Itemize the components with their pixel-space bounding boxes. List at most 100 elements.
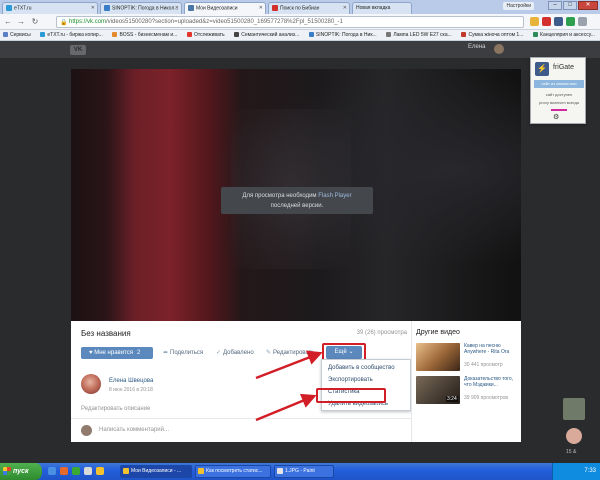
sinoptik-favicon-icon (104, 5, 110, 11)
task-paint[interactable]: 1.JPG - Paint (274, 465, 334, 478)
bookmark-item[interactable]: Семантический анализ... (231, 30, 304, 38)
related-video-views: 39 909 просмотров (464, 395, 509, 401)
windows-logo-icon (3, 467, 11, 475)
menu-export[interactable]: Экспортировать (322, 374, 410, 386)
task-article[interactable]: Как посмотреть статис... (195, 465, 271, 478)
bookmark-favicon-icon (40, 32, 46, 38)
flash-player-notice: Для просмотра необходим Flash Player пос… (221, 187, 373, 214)
reload-icon[interactable]: ↻ (30, 17, 40, 27)
bookmark-item[interactable]: Сервисы (0, 30, 36, 38)
tab-my-videos[interactable]: Мои Видеозаписи ✕ (184, 2, 266, 14)
list-item[interactable]: Кавер на песню Anywhere - Rita Ora 30 44… (416, 343, 520, 371)
bookmark-item[interactable]: Отслеживать (184, 30, 230, 38)
close-window-icon[interactable]: ✕ (578, 1, 598, 10)
tab-search[interactable]: Поиск по Бибиан ✕ (268, 2, 350, 14)
user-name[interactable]: Елена (468, 44, 486, 50)
close-tab-icon[interactable]: ✕ (175, 5, 179, 11)
tab-title: SINOPTIK: Погода в Никол... (112, 5, 179, 12)
minimize-icon[interactable]: – (548, 1, 562, 10)
close-tab-icon[interactable]: ✕ (91, 5, 95, 11)
url-host: https://vk.com (69, 19, 107, 25)
tab-new[interactable]: Новая вкладка (352, 2, 412, 14)
pencil-icon: ✎ (266, 350, 272, 356)
divider (71, 418, 411, 419)
vk-header: VK Елена (0, 41, 600, 58)
more-menu: Добавить в сообщество Экспортировать Ста… (321, 359, 411, 411)
start-button[interactable]: пуск (0, 463, 42, 480)
related-title: Другие видео (416, 329, 460, 336)
video-duration: 3:24 (446, 396, 458, 402)
frigate-line: сайт доступен (545, 92, 573, 97)
avatar[interactable] (494, 44, 504, 54)
tab-etxt[interactable]: eTXT.ru ✕ (2, 2, 98, 14)
frigate-proxy-toggle[interactable]: proxy включен всегда (534, 100, 584, 105)
bookmark-item[interactable]: SINOPTIK: Погода в Ник... (306, 30, 382, 38)
extension-badge-icon[interactable] (542, 17, 551, 26)
list-item[interactable]: 3:24 Доказательство того, что Мэджики...… (416, 376, 520, 404)
comment-input[interactable]: Написать комментарий... (99, 427, 169, 433)
bookmark-item[interactable]: Лампа LED 5W E27 ска... (383, 30, 456, 38)
related-video-title[interactable]: Кавер на песню Anywhere - Rita Ora (464, 343, 520, 355)
url-path: /videos51500280?section=uploaded&z=video… (106, 19, 343, 25)
close-tab-icon[interactable]: ✕ (343, 5, 347, 11)
clock: 7:33 (584, 468, 596, 474)
bookmark-item[interactable]: BOSS - бизнесменам и... (109, 30, 182, 38)
frigate-indicator (551, 109, 567, 111)
chrome-icon (123, 468, 129, 474)
edit-button[interactable]: ✎ Редактировать (266, 349, 314, 356)
vk-logo[interactable]: VK (70, 45, 86, 55)
flash-notice-text: Для просмотра необходим (242, 193, 317, 199)
tab-title: eTXT.ru (14, 5, 32, 12)
forward-icon[interactable]: → (16, 17, 26, 27)
close-tab-icon[interactable]: ✕ (259, 5, 263, 11)
bookmark-item[interactable]: Сумка жіноча оптом 1... (458, 30, 528, 38)
edit-description-link[interactable]: Редактировать описание (81, 406, 150, 412)
bookmark-item[interactable]: eTXT.ru - биржа копир... (37, 30, 107, 38)
back-icon[interactable]: ← (3, 17, 13, 27)
bookmark-star-icon[interactable] (530, 17, 539, 26)
avatar[interactable] (563, 398, 585, 420)
taskbar: пуск Мои Видеозаписи - ... Как посмотрет… (0, 463, 600, 480)
quicklaunch-icon[interactable] (84, 467, 92, 475)
apps-icon (3, 32, 8, 38)
frigate-name: friGate (553, 64, 575, 71)
avatar[interactable] (81, 374, 101, 394)
quicklaunch-icon[interactable] (48, 467, 56, 475)
extension-icon[interactable] (566, 17, 575, 26)
check-icon: ✓ (216, 350, 222, 356)
author-name[interactable]: Елена Швецова (109, 378, 153, 384)
bookmark-favicon-icon (308, 32, 314, 38)
avatar (81, 425, 92, 436)
maximize-icon[interactable]: □ (563, 1, 577, 10)
like-count: 2 (137, 350, 141, 356)
bookmark-favicon-icon (461, 32, 467, 38)
gear-icon[interactable]: ⚙ (553, 113, 559, 121)
window-controls: – □ ✕ (548, 1, 598, 11)
related-video-title[interactable]: Доказательство того, что Мэджики... (464, 376, 520, 388)
tab-sinoptik[interactable]: SINOPTIK: Погода в Никол... ✕ (100, 2, 182, 14)
lock-icon: 🔒 (60, 20, 68, 26)
task-my-videos[interactable]: Мои Видеозаписи - ... (120, 465, 192, 478)
video-player[interactable]: Для просмотра необходим Flash Player пос… (71, 69, 521, 321)
frigate-logo-icon: ⚡ (535, 62, 549, 76)
related-videos: Другие видео Кавер на песню Anywhere - R… (411, 321, 521, 442)
window-label: Настройки (503, 2, 534, 10)
bookmark-item[interactable]: Канцелярия и аксессу... (530, 30, 600, 38)
frigate-extension-icon[interactable] (554, 17, 563, 26)
menu-icon[interactable] (578, 17, 587, 26)
share-button[interactable]: ➦ Поделиться (163, 349, 203, 356)
quicklaunch-icon[interactable] (72, 467, 80, 475)
flash-notice-text-2: последней версии. (270, 203, 324, 209)
quicklaunch-icon[interactable] (60, 467, 68, 475)
video-thumbnail[interactable] (416, 343, 460, 371)
quicklaunch-icon[interactable] (96, 467, 104, 475)
view-count: 39 (26) просмотра (356, 330, 407, 336)
added-button[interactable]: ✓ Добавлено (216, 349, 254, 356)
menu-add-to-community[interactable]: Добавить в сообщество (322, 362, 410, 374)
like-button[interactable]: ♥ Мне нравится 2 (81, 347, 153, 359)
avatar[interactable] (566, 428, 582, 444)
bookmark-favicon-icon (533, 32, 539, 38)
url-input[interactable]: 🔒 https://vk.com/videos51500280?section=u… (56, 16, 524, 28)
flash-player-link[interactable]: Flash Player (318, 193, 351, 199)
tab-title: Мои Видеозаписи (196, 5, 238, 12)
